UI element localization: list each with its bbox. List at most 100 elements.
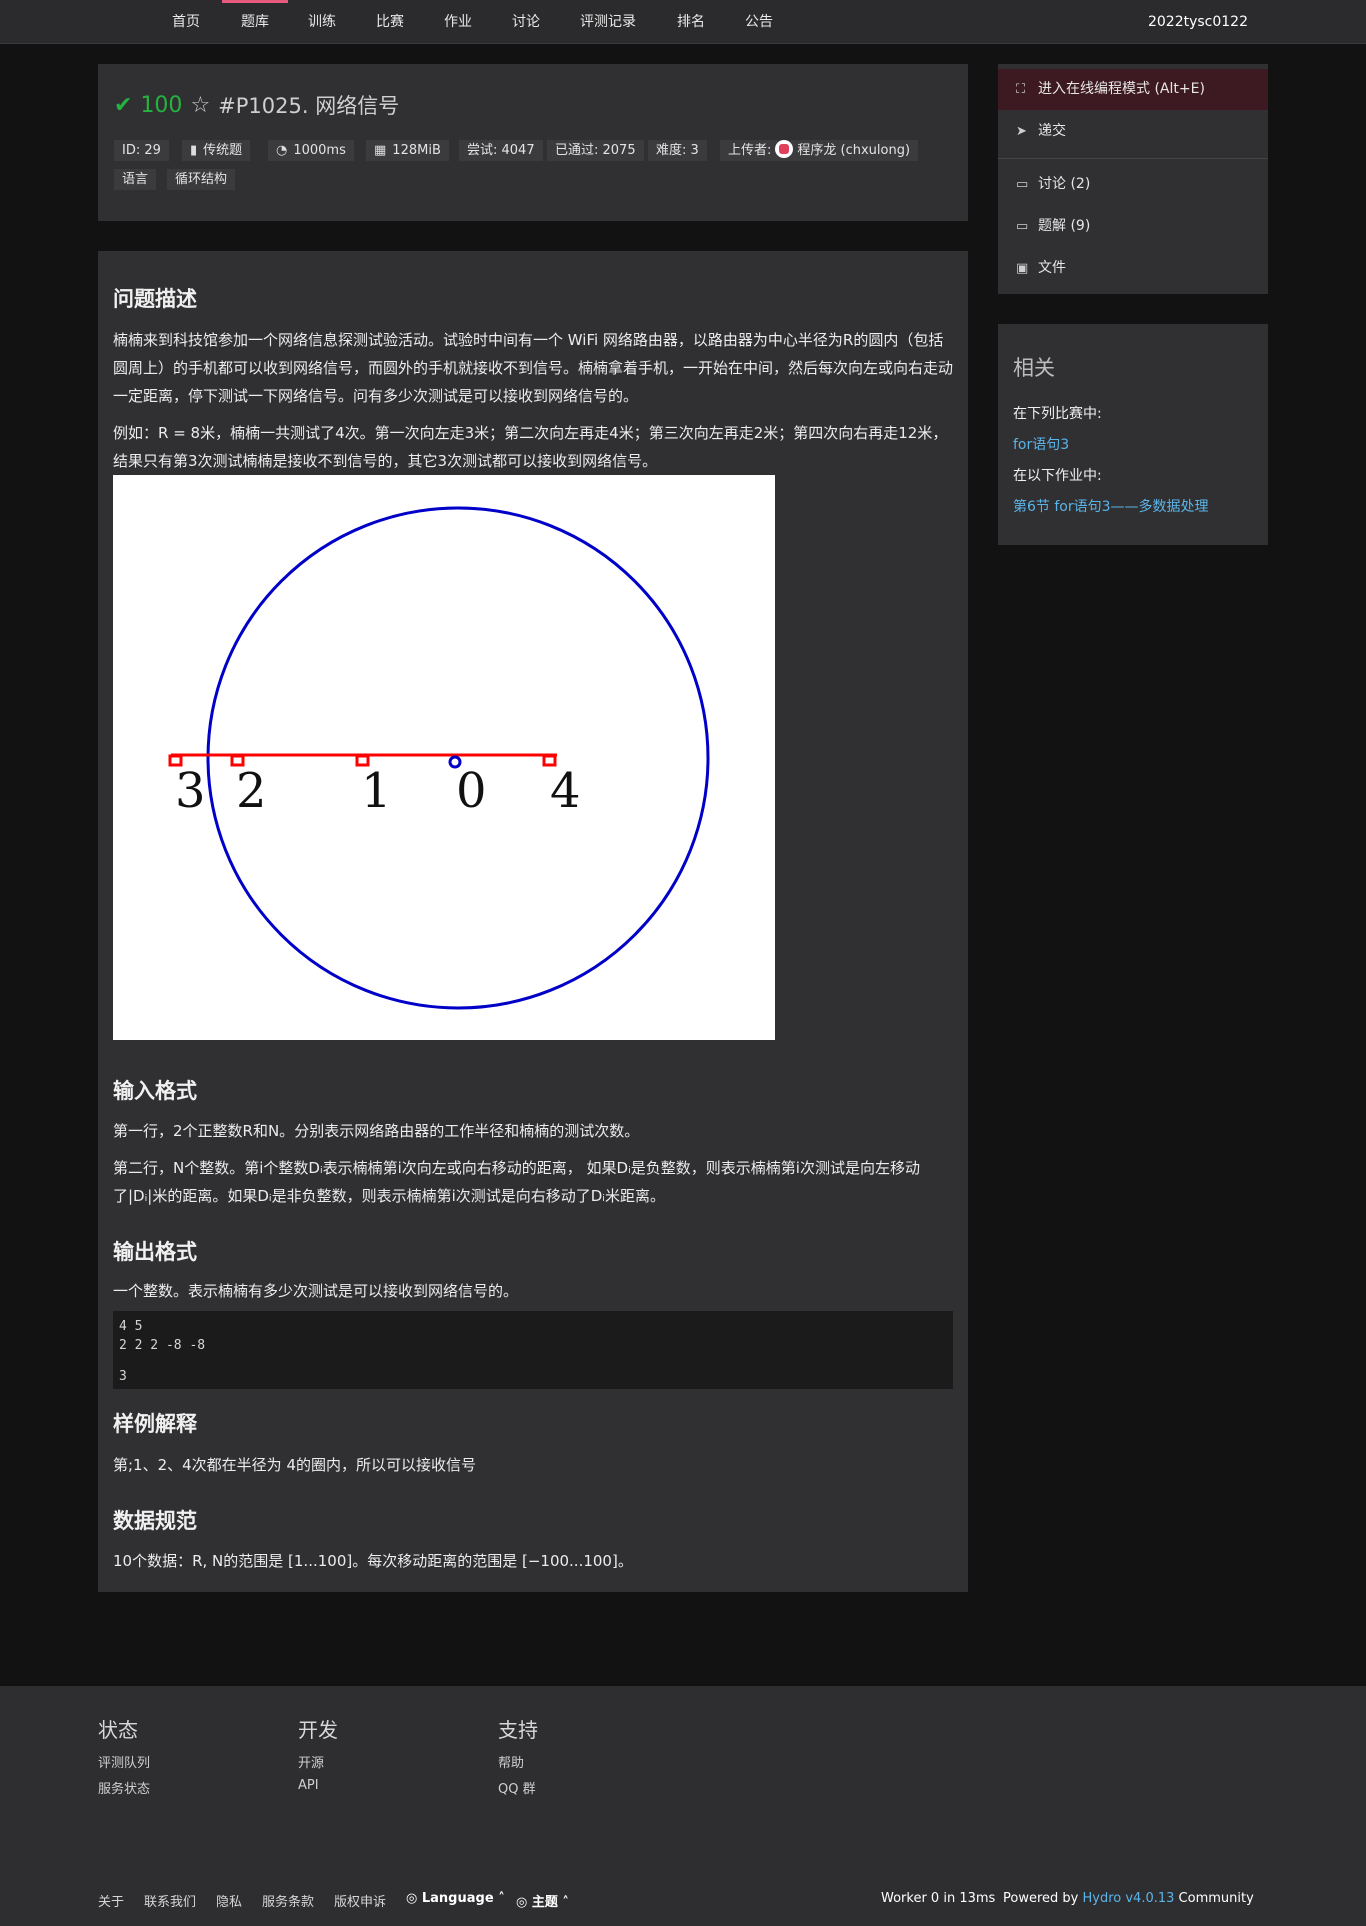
online-mode-button[interactable]: ⛶ 进入在线编程模式 (Alt+E) [998,69,1268,110]
powered-suffix: Community [1174,1891,1254,1906]
problem-title: #P1025. 网络信号 [218,94,400,118]
sample-output: 3 [119,1369,127,1384]
tag-tried: 尝试: 4047 [459,140,543,161]
problem-content: 问题描述 楠楠来到科技馆参加一个网络信息探测试验活动。试验时中间有一个 WiFi… [98,251,968,1592]
sample-input-line-1: 4 5 [119,1319,143,1334]
uploader-link[interactable]: 程序龙 (chxulong) [797,143,910,158]
footer-link-copyright[interactable]: 版权申诉 [334,1891,386,1910]
discuss-link[interactable]: ▭ 讨论 (2) [998,164,1268,205]
language-selector[interactable]: ◎ Language ˄ [406,1891,505,1906]
file-icon: ▮ [190,143,198,158]
globe-icon: ◎ [406,1891,418,1906]
sample-input-line-2: 2 2 2 -8 -8 [119,1338,206,1353]
footer: 状态 评测队列 服务状态 开发 开源 API 支持 帮助 QQ 群 关于 联系我… [0,1686,1366,1926]
footer-support-title: 支持 [498,1718,538,1742]
comment-icon: ▭ [1016,219,1029,234]
comment-icon: ▭ [1016,177,1029,192]
files-label: 文件 [1038,260,1066,276]
label-0: 0 [456,763,487,819]
expand-icon: ⛶ [1016,82,1026,97]
nav-records[interactable]: 评测记录 [576,0,640,44]
footer-link-about[interactable]: 关于 [98,1891,124,1910]
submit-label: 递交 [1038,123,1066,139]
sample-code-block[interactable]: 4 5 2 2 2 -8 -8 3 [113,1311,953,1389]
tag-memory: ▦ 128MiB [366,140,449,161]
footer-link-opensource[interactable]: 开源 [298,1752,324,1771]
label-1: 1 [361,763,392,819]
nav-announcements[interactable]: 公告 [739,0,779,44]
score: 100 [140,92,183,118]
footer-status-title: 状态 [98,1718,138,1742]
input-paragraph-1: 第一行，2个正整数R和N。分别表示网络路由器的工作半径和楠楠的测试次数。 [113,1122,640,1140]
tag-uploader: 上传者: 程序龙 (chxulong) [720,140,919,161]
circle-diagram-svg: 3 2 1 0 4 [168,506,710,1010]
stopwatch-icon: ◔ [276,143,288,158]
worker-status: Worker 0 in 13ms [881,1891,996,1906]
footer-link-help[interactable]: 帮助 [498,1752,524,1771]
hydro-link[interactable]: Hydro v4.0.13 [1082,1891,1174,1906]
send-icon: ➤ [1016,124,1027,139]
footer-link-contact[interactable]: 联系我们 [144,1891,196,1910]
section-title-constraints: 数据规范 [113,1509,197,1533]
label-4: 4 [550,763,581,819]
nav-contests[interactable]: 比赛 [370,0,410,44]
contest-link[interactable]: for语句3 [1013,434,1069,454]
footer-link-terms[interactable]: 服务条款 [262,1891,314,1910]
output-paragraph: 一个整数。表示楠楠有多少次测试是可以接收到网络信号的。 [113,1282,519,1300]
sidebar-actions: ⛶ 进入在线编程模式 (Alt+E) ➤ 递交 ▭ 讨论 (2) ▭ 题解 (9… [998,64,1268,294]
description-paragraph-1: 楠楠来到科技馆参加一个网络信息探测试验活动。试验时中间有一个 WiFi 网络路由… [113,331,954,405]
online-mode-label: 进入在线编程模式 (Alt+E) [1038,81,1205,97]
solutions-link[interactable]: ▭ 题解 (9) [998,206,1268,247]
problem-header: ✔ 100 ☆ #P1025. 网络信号 ID: 29 ▮ 传统题 ◔ 1000ms… [98,64,968,221]
description-paragraph-2: 例如：R = 8米，楠楠一共测试了4次。第一次向左走3米；第二次向左再走4米；第… [113,424,948,470]
nav-ranking[interactable]: 排名 [671,0,711,44]
input-paragraph-2: 第二行，N个整数。第i个整数Dᵢ表示楠楠第i次向左或向右移动的距离， 如果Dᵢ是… [113,1159,920,1205]
tag-type: ▮ 传统题 [182,140,251,161]
chevron-up-icon: ˄ [498,1891,505,1906]
footer-link-api[interactable]: API [298,1778,319,1793]
theme-selector[interactable]: ◎ 主题 ˄ [516,1891,569,1910]
nav-home[interactable]: 首页 [166,0,206,44]
circle-diagram: 3 2 1 0 4 [113,475,775,1040]
homework-link[interactable]: 第6节 for语句3——多数据处理 [1013,496,1209,516]
nav-discussion[interactable]: 讨论 [506,0,546,44]
discuss-label: 讨论 (2) [1038,176,1091,192]
language-label: Language [421,1891,494,1906]
nav-problems[interactable]: 题库 [222,0,288,44]
tag-loop[interactable]: 循环结构 [167,169,236,190]
tag-time: ◔ 1000ms [268,140,354,161]
nav-homework[interactable]: 作业 [438,0,478,44]
submit-button[interactable]: ➤ 递交 [998,111,1268,152]
globe-icon: ◎ [516,1895,528,1910]
section-title-output: 输出格式 [113,1240,197,1264]
nav-training[interactable]: 训练 [302,0,342,44]
user-menu[interactable]: 2022tysc0122 [1148,0,1248,44]
label-2: 2 [236,763,267,819]
problem-title-row: ✔ 100 ☆ #P1025. 网络信号 [114,90,399,120]
avatar [775,140,794,158]
tag-difficulty: 难度: 3 [648,140,707,161]
sidebar-divider [998,158,1268,159]
section-title-description: 问题描述 [113,287,197,311]
footer-link-privacy[interactable]: 隐私 [216,1891,242,1910]
check-icon: ✔ [114,92,133,118]
tag-accepted: 已通过: 2075 [547,140,644,161]
star-icon[interactable]: ☆ [190,93,210,118]
footer-link-qq-group[interactable]: QQ 群 [498,1778,536,1797]
homework-label: 在以下作业中: [1013,468,1102,484]
sidebar-related: 相关 在下列比赛中: for语句3 在以下作业中: 第6节 for语句3——多数… [998,324,1268,545]
footer-link-judge-queue[interactable]: 评测队列 [98,1752,150,1771]
theme-label: 主题 [531,1895,558,1910]
tag-language[interactable]: 语言 [114,169,157,190]
tag-id: ID: 29 [114,140,169,161]
footer-link-service-status[interactable]: 服务状态 [98,1778,150,1797]
constraints-paragraph: 10个数据：R, N的范围是 [1...100]。每次移动距离的范围是 [−10… [113,1552,633,1570]
chevron-up-icon: ˄ [562,1895,569,1910]
section-title-explanation: 样例解释 [113,1412,197,1436]
explanation-paragraph: 第;1、2、4次都在半径为 4的圈内，所以可以接收信号 [113,1456,476,1474]
files-link[interactable]: ▣ 文件 [998,248,1268,289]
top-navbar: 首页 题库 训练 比赛 作业 讨论 评测记录 排名 公告 2022tysc012… [0,0,1366,44]
powered-prefix: Powered by [1003,1891,1083,1906]
powered-by: Powered by Hydro v4.0.13 Community [1003,1891,1254,1906]
image-file-icon: ▣ [1016,261,1029,276]
